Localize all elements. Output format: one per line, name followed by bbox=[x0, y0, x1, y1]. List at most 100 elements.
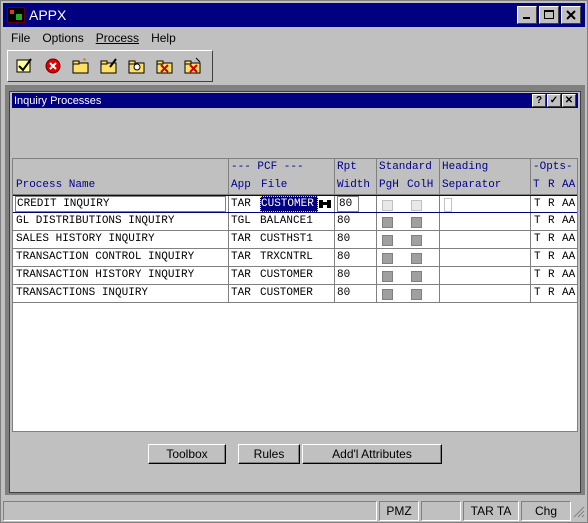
colh-checkbox[interactable] bbox=[411, 217, 422, 228]
child-close-button[interactable]: ✕ bbox=[562, 94, 576, 107]
close-icon bbox=[566, 10, 576, 20]
menu-options[interactable]: Options bbox=[36, 29, 89, 47]
file-cell[interactable]: CUSTHST1 bbox=[260, 231, 330, 248]
width-cell[interactable]: 80 bbox=[337, 231, 373, 248]
app-cell[interactable]: TAR bbox=[231, 267, 259, 284]
opt-r-cell[interactable]: R bbox=[548, 213, 558, 230]
opt-r-cell[interactable]: R bbox=[548, 231, 558, 248]
process-name-cell[interactable]: SALES HISTORY INQUIRY bbox=[15, 231, 226, 248]
colh-checkbox[interactable] bbox=[411, 253, 422, 264]
toolbar-new-button[interactable] bbox=[70, 55, 92, 77]
lookup-icon[interactable] bbox=[319, 198, 331, 210]
file-cell[interactable]: CUSTOMER bbox=[260, 267, 330, 284]
header-pcf: --- PCF --- bbox=[231, 161, 304, 173]
opt-aa-cell[interactable]: AA bbox=[562, 285, 578, 302]
width-cell[interactable]: 80 bbox=[337, 213, 373, 230]
width-cell[interactable]: 80 bbox=[337, 249, 373, 266]
toolbar-find-button[interactable] bbox=[126, 55, 148, 77]
table-row[interactable]: TRANSACTION HISTORY INQUIRY TAR CUSTOMER 80… bbox=[13, 267, 577, 285]
opt-t-cell[interactable]: T bbox=[534, 267, 544, 284]
header-heading: Heading bbox=[442, 161, 489, 173]
status-blank bbox=[421, 501, 461, 521]
window-title: APPX bbox=[29, 7, 67, 23]
toolbar-cancel-button[interactable] bbox=[42, 55, 64, 77]
process-name-cell[interactable]: TRANSACTIONS INQUIRY bbox=[15, 285, 226, 302]
toolbar-edit-button[interactable] bbox=[98, 55, 120, 77]
table-row[interactable]: TRANSACTION CONTROL INQUIRY TAR TRXCNTRL 80… bbox=[13, 249, 577, 267]
colh-checkbox[interactable] bbox=[411, 200, 422, 211]
toolbar-purge-button[interactable] bbox=[182, 55, 204, 77]
header-width: Width bbox=[337, 179, 371, 191]
toolbar-delete-button[interactable] bbox=[154, 55, 176, 77]
process-name-cell[interactable]: TRANSACTION CONTROL INQUIRY bbox=[15, 249, 226, 266]
pgh-checkbox[interactable] bbox=[382, 217, 393, 228]
header-aa: AA bbox=[562, 179, 576, 191]
file-cell[interactable]: BALANCE1 bbox=[260, 213, 330, 230]
child-title-bar: Inquiry Processes ? ✓ ✕ bbox=[12, 93, 578, 108]
pgh-checkbox[interactable] bbox=[382, 271, 393, 282]
opt-aa-cell[interactable]: AA bbox=[562, 213, 578, 230]
pgh-checkbox[interactable] bbox=[382, 200, 393, 211]
maximize-button[interactable] bbox=[539, 6, 559, 24]
opt-t-cell[interactable]: T bbox=[534, 249, 544, 266]
process-name-cell[interactable]: CREDIT INQUIRY bbox=[15, 196, 226, 212]
menu-help[interactable]: Help bbox=[145, 29, 182, 47]
opt-aa-cell[interactable]: AA bbox=[562, 196, 578, 213]
menu-process[interactable]: Process bbox=[90, 29, 145, 47]
opt-aa-cell[interactable]: AA bbox=[562, 267, 578, 284]
opt-aa-cell[interactable]: AA bbox=[562, 231, 578, 248]
colh-checkbox[interactable] bbox=[411, 271, 422, 282]
addl-attributes-button[interactable]: Add'l Attributes bbox=[302, 444, 442, 464]
table-row[interactable]: GL DISTRIBUTIONS INQUIRY TGL BALANCE1 80 T R A… bbox=[13, 213, 577, 231]
colh-checkbox[interactable] bbox=[411, 235, 422, 246]
width-cell[interactable]: 80 bbox=[337, 196, 359, 212]
width-cell[interactable]: 80 bbox=[337, 267, 373, 284]
child-window-title: Inquiry Processes bbox=[14, 94, 102, 107]
minimize-button[interactable] bbox=[517, 6, 537, 24]
table-row[interactable]: CREDIT INQUIRY TAR CUSTOMER 80 T R AA bbox=[13, 195, 577, 213]
maximize-icon bbox=[544, 10, 554, 19]
opt-r-cell[interactable]: R bbox=[548, 285, 558, 302]
close-button[interactable] bbox=[561, 6, 581, 24]
minimize-icon bbox=[523, 17, 530, 19]
process-name-cell[interactable]: TRANSACTION HISTORY INQUIRY bbox=[15, 267, 226, 284]
opt-aa-cell[interactable]: AA bbox=[562, 249, 578, 266]
colh-checkbox[interactable] bbox=[411, 289, 422, 300]
accept-button[interactable]: ✓ bbox=[547, 94, 561, 107]
opt-t-cell[interactable]: T bbox=[534, 285, 544, 302]
header-separator: Separator bbox=[442, 179, 502, 191]
pgh-checkbox[interactable] bbox=[382, 289, 393, 300]
status-app: TAR TA bbox=[463, 501, 519, 521]
file-cell[interactable]: CUSTOMER bbox=[260, 285, 330, 302]
opt-r-cell[interactable]: R bbox=[548, 196, 558, 213]
app-cell[interactable]: TGL bbox=[231, 213, 259, 230]
opt-t-cell[interactable]: T bbox=[534, 213, 544, 230]
table-row[interactable]: TRANSACTIONS INQUIRY TAR CUSTOMER 80 T R AA bbox=[13, 285, 577, 303]
help-button[interactable]: ? bbox=[532, 94, 546, 107]
width-cell[interactable]: 80 bbox=[337, 285, 373, 302]
app-cell[interactable]: TAR bbox=[231, 285, 259, 302]
cancel-icon bbox=[45, 58, 61, 74]
menu-file[interactable]: File bbox=[5, 29, 36, 47]
header-app: App bbox=[231, 179, 251, 191]
file-cell[interactable]: TRXCNTRL bbox=[260, 249, 330, 266]
file-cell[interactable]: CUSTOMER bbox=[260, 196, 318, 212]
app-cell[interactable]: TAR bbox=[231, 231, 259, 248]
pgh-checkbox[interactable] bbox=[382, 235, 393, 246]
toolbox-button[interactable]: Toolbox bbox=[148, 444, 226, 464]
opt-r-cell[interactable]: R bbox=[548, 249, 558, 266]
process-name-cell[interactable]: GL DISTRIBUTIONS INQUIRY bbox=[15, 213, 226, 230]
header-opts: -Opts- bbox=[533, 161, 573, 173]
opt-t-cell[interactable]: T bbox=[534, 231, 544, 248]
separator-field[interactable] bbox=[444, 198, 452, 212]
pgh-checkbox[interactable] bbox=[382, 253, 393, 264]
toolbar-ok-button[interactable] bbox=[14, 55, 36, 77]
opt-r-cell[interactable]: R bbox=[548, 267, 558, 284]
app-cell[interactable]: TAR bbox=[231, 196, 259, 213]
app-cell[interactable]: TAR bbox=[231, 249, 259, 266]
toolbar bbox=[7, 50, 213, 82]
rules-button[interactable]: Rules bbox=[238, 444, 300, 464]
resize-grip-icon[interactable] bbox=[573, 505, 585, 519]
table-row[interactable]: SALES HISTORY INQUIRY TAR CUSTHST1 80 T R AA bbox=[13, 231, 577, 249]
opt-t-cell[interactable]: T bbox=[534, 196, 544, 213]
